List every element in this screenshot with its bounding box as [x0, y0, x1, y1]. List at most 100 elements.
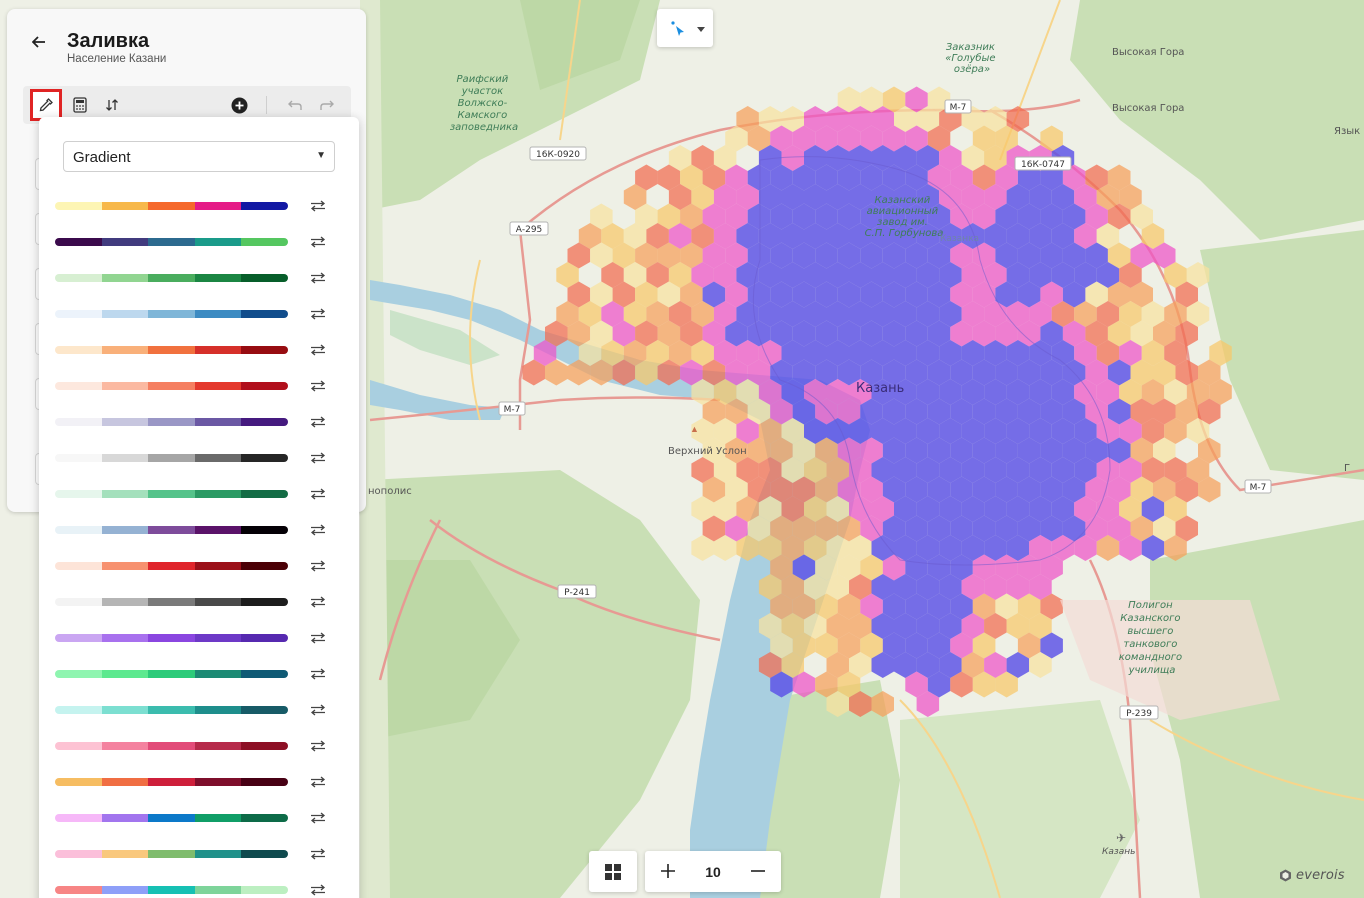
palette-color: [55, 310, 102, 318]
reverse-palette-button[interactable]: [309, 522, 327, 538]
arrow-left-icon: [32, 36, 45, 48]
palette-color: [55, 814, 102, 822]
gradient-type-value: Gradient: [73, 149, 131, 166]
palette-color: [194, 490, 242, 498]
label-yasly: Язык: [1334, 126, 1360, 137]
palette-color: [101, 742, 149, 750]
palette-color: [194, 670, 242, 678]
add-icon: [231, 97, 247, 113]
zoom-in-button[interactable]: [657, 860, 679, 882]
palette-swatch: [55, 598, 288, 606]
palette-color: [241, 850, 288, 858]
palette-option[interactable]: [55, 772, 335, 792]
reverse-palette-button[interactable]: [309, 450, 327, 466]
redo-icon: [320, 100, 334, 110]
palette-color: [194, 778, 242, 786]
palette-color: [241, 742, 288, 750]
palette-color: [55, 670, 102, 678]
zoom-out-button[interactable]: [747, 860, 769, 882]
sort-icon: [106, 99, 118, 111]
redo-button[interactable]: [314, 92, 340, 118]
road-badge: А-295: [509, 221, 549, 236]
palette-option[interactable]: [55, 700, 335, 720]
reverse-palette-button[interactable]: [309, 270, 327, 286]
reverse-palette-button[interactable]: [309, 306, 327, 322]
palette-option[interactable]: [55, 592, 335, 612]
eyedropper-button[interactable]: [30, 89, 62, 121]
palette-option[interactable]: [55, 556, 335, 576]
palette-color: [148, 202, 195, 210]
gradient-type-select[interactable]: Gradient ▼: [63, 141, 335, 172]
palette-option[interactable]: [55, 736, 335, 756]
reverse-palette-button[interactable]: [309, 702, 327, 718]
label-innopolis: нополис: [368, 486, 412, 497]
palette-option[interactable]: [55, 664, 335, 684]
reverse-palette-button[interactable]: [309, 234, 327, 250]
gradient-picker-popup: Gradient ▼: [39, 117, 359, 898]
palette-color: [241, 886, 288, 894]
undo-button[interactable]: [282, 92, 308, 118]
reverse-palette-button[interactable]: [309, 198, 327, 214]
palette-option[interactable]: [55, 880, 335, 898]
reverse-palette-button[interactable]: [309, 378, 327, 394]
reverse-palette-button[interactable]: [309, 774, 327, 790]
palette-swatch: [55, 382, 288, 390]
palette-color: [101, 814, 149, 822]
palette-color: [241, 346, 288, 354]
palette-option[interactable]: [55, 304, 335, 324]
swap-arrows-icon: [310, 668, 326, 680]
palette-option[interactable]: [55, 520, 335, 540]
airport-icon: ✈: [1116, 831, 1126, 845]
palette-option[interactable]: [55, 340, 335, 360]
reverse-palette-button[interactable]: [309, 882, 327, 898]
layers-grid-button[interactable]: [589, 851, 637, 892]
palette-option[interactable]: [55, 448, 335, 468]
toolbar-separator: [266, 96, 267, 114]
add-button[interactable]: [226, 92, 252, 118]
selection-tool-dropdown[interactable]: [657, 9, 713, 47]
svg-text:Р-241: Р-241: [564, 588, 590, 598]
palette-color: [148, 598, 195, 606]
palette-color: [194, 418, 242, 426]
back-button[interactable]: [29, 32, 49, 52]
palette-color: [194, 742, 242, 750]
swap-arrows-icon: [310, 596, 326, 608]
palette-option[interactable]: [55, 628, 335, 648]
palette-option[interactable]: [55, 412, 335, 432]
palette-swatch: [55, 526, 288, 534]
palette-color: [148, 346, 195, 354]
zoom-level: 10: [705, 864, 721, 880]
palette-option[interactable]: [55, 484, 335, 504]
reverse-palette-button[interactable]: [309, 630, 327, 646]
swap-arrows-icon: [310, 200, 326, 212]
reverse-palette-button[interactable]: [309, 810, 327, 826]
reverse-palette-button[interactable]: [309, 594, 327, 610]
reverse-palette-button[interactable]: [309, 738, 327, 754]
palette-swatch: [55, 742, 288, 750]
palette-color: [101, 634, 149, 642]
palette-color: [101, 454, 149, 462]
reverse-palette-button[interactable]: [309, 558, 327, 574]
sort-button[interactable]: [99, 92, 125, 118]
palette-option[interactable]: [55, 268, 335, 288]
palette-option[interactable]: [55, 232, 335, 252]
swap-arrows-icon: [310, 632, 326, 644]
reverse-palette-button[interactable]: [309, 342, 327, 358]
calculator-button[interactable]: [67, 92, 93, 118]
palette-color: [55, 526, 102, 534]
palette-color: [148, 814, 195, 822]
swap-arrows-icon: [310, 884, 326, 896]
palette-color: [148, 526, 195, 534]
palette-color: [101, 490, 149, 498]
palette-option[interactable]: [55, 844, 335, 864]
reverse-palette-button[interactable]: [309, 486, 327, 502]
palette-option[interactable]: [55, 808, 335, 828]
reverse-palette-button[interactable]: [309, 666, 327, 682]
palette-color: [194, 814, 242, 822]
palette-option[interactable]: [55, 376, 335, 396]
reverse-palette-button[interactable]: [309, 414, 327, 430]
reverse-palette-button[interactable]: [309, 846, 327, 862]
palette-option[interactable]: [55, 196, 335, 216]
swap-arrows-icon: [310, 380, 326, 392]
palette-color: [101, 886, 149, 894]
